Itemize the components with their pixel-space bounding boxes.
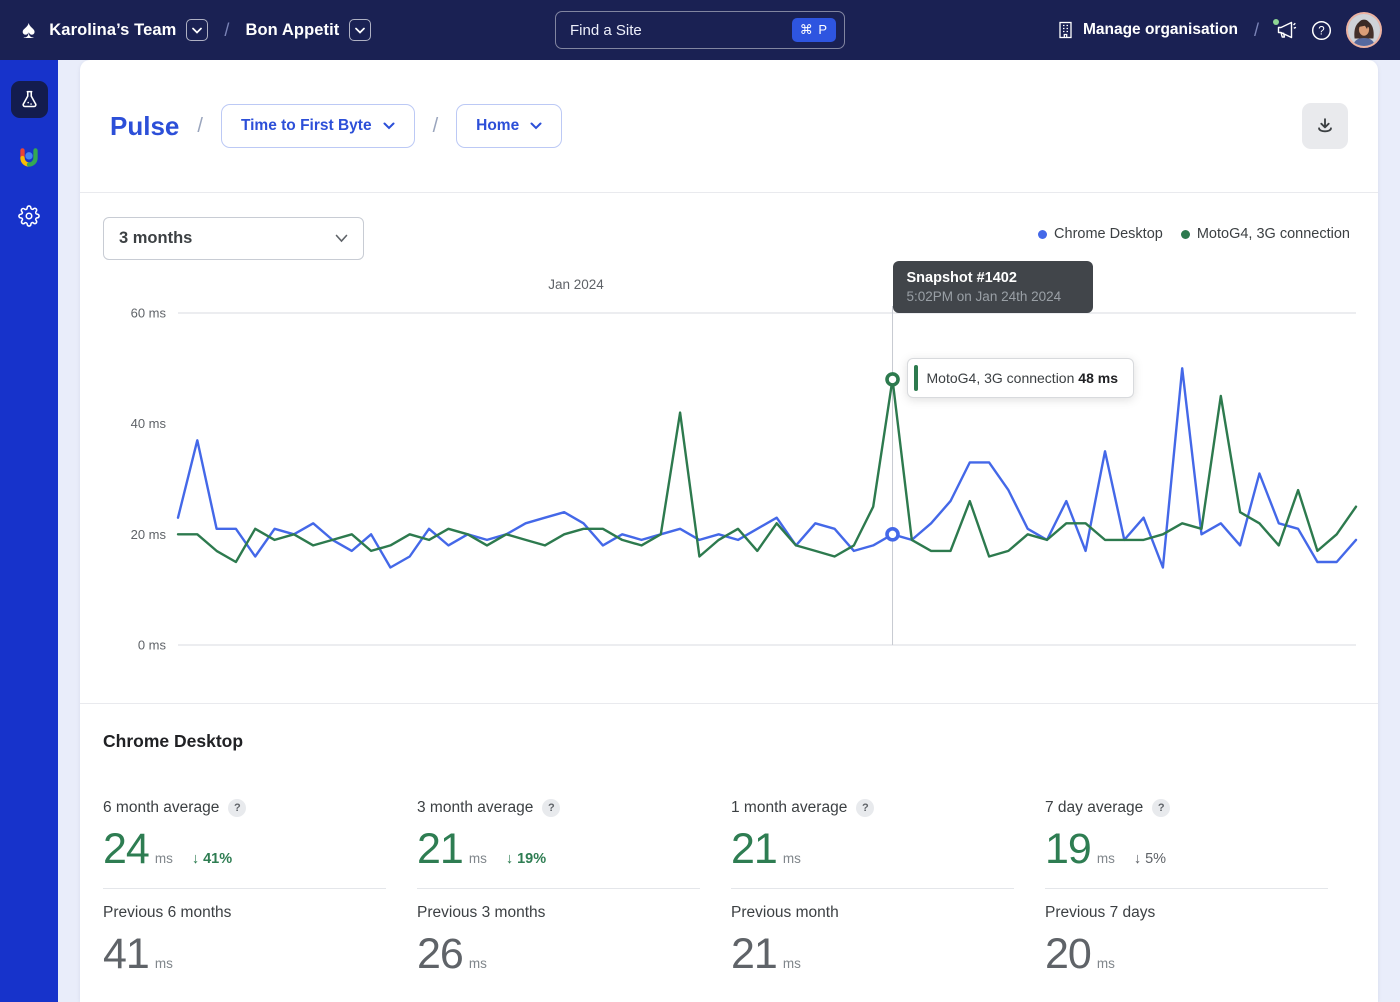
legend-dot-blue bbox=[1038, 229, 1048, 239]
previous-unit: ms bbox=[1096, 956, 1115, 971]
stat-change: ↓ 41% bbox=[191, 851, 233, 867]
stat-column-7-day: 7 day average ? 19 ms ↓ 5% Previous 7 da… bbox=[1045, 799, 1328, 979]
stat-label: 3 month average bbox=[417, 799, 534, 816]
header-separator: / bbox=[197, 114, 203, 137]
chevron-down-icon bbox=[530, 122, 542, 130]
chevron-down-icon bbox=[335, 234, 348, 243]
avatar-photo bbox=[1348, 14, 1380, 46]
stat-unit: ms bbox=[468, 851, 487, 866]
keyboard-shortcut-badge: ⌘ P bbox=[791, 18, 836, 42]
legend-item-chrome-desktop[interactable]: Chrome Desktop bbox=[1038, 226, 1163, 242]
site-name[interactable]: Bon Appetit bbox=[245, 21, 339, 40]
help-badge[interactable]: ? bbox=[856, 799, 875, 817]
announcements-button[interactable] bbox=[1273, 19, 1297, 40]
sidebar-item-settings[interactable] bbox=[11, 197, 48, 234]
previous-label: Previous 3 months bbox=[417, 904, 546, 921]
previous-unit: ms bbox=[782, 956, 801, 971]
separator: / bbox=[1253, 19, 1259, 40]
chevron-down-icon bbox=[192, 27, 203, 34]
stat-unit: ms bbox=[1096, 851, 1115, 866]
previous-value: 41 bbox=[103, 930, 150, 978]
svg-text:60 ms: 60 ms bbox=[131, 306, 167, 321]
spade-logo-icon: ♠ bbox=[22, 15, 36, 44]
stat-label: 7 day average bbox=[1045, 799, 1144, 816]
divider bbox=[1045, 888, 1328, 889]
site-search[interactable]: ⌘ P bbox=[555, 11, 845, 49]
manage-organisation-button[interactable]: Manage organisation bbox=[1057, 21, 1238, 39]
building-icon bbox=[1059, 21, 1072, 39]
date-range-select[interactable]: 3 months bbox=[103, 217, 364, 260]
previous-value: 20 bbox=[1045, 930, 1092, 978]
page-header: Pulse / Time to First Byte / Home bbox=[80, 60, 1378, 193]
team-switcher-button[interactable] bbox=[186, 19, 209, 41]
stat-value: 19 bbox=[1045, 825, 1092, 873]
gear-icon bbox=[18, 204, 40, 227]
chart-section: 0 ms 20 ms 40 ms 60 ms Jan 2024 3 months Chr… bbox=[80, 193, 1378, 704]
divider bbox=[731, 888, 1014, 889]
divider bbox=[417, 888, 700, 889]
team-name[interactable]: Karolina’s Team bbox=[49, 21, 176, 40]
download-button[interactable] bbox=[1302, 103, 1348, 149]
stat-column-3-month: 3 month average ? 21 ms ↓ 19% Previous 3… bbox=[417, 799, 700, 979]
stat-column-6-month: 6 month average ? 24 ms ↓ 41% Previous 6… bbox=[103, 799, 386, 979]
previous-unit: ms bbox=[154, 956, 173, 971]
stat-value: 21 bbox=[731, 825, 778, 873]
stat-label: 1 month average bbox=[731, 799, 848, 816]
previous-label: Previous 6 months bbox=[103, 904, 232, 921]
pulse-line-chart[interactable]: 0 ms 20 ms 40 ms 60 ms Jan 2024 bbox=[80, 193, 1378, 704]
search-input[interactable] bbox=[570, 21, 792, 39]
chart-legend: Chrome Desktop MotoG4, 3G connection bbox=[1038, 226, 1350, 242]
legend-item-motog4[interactable]: MotoG4, 3G connection bbox=[1180, 226, 1350, 242]
sidebar-item-pulse[interactable] bbox=[10, 81, 48, 118]
flask-icon bbox=[21, 90, 37, 108]
site-switcher-button[interactable] bbox=[349, 19, 372, 41]
main-card: Pulse / Time to First Byte / Home 0 ms 2… bbox=[80, 60, 1378, 1002]
notification-dot bbox=[1273, 19, 1279, 25]
legend-dot-green bbox=[1180, 229, 1190, 239]
stat-label: 6 month average bbox=[103, 799, 220, 816]
sidebar-item-browser[interactable] bbox=[11, 139, 48, 176]
stat-unit: ms bbox=[154, 851, 173, 866]
chevron-down-icon bbox=[355, 27, 366, 34]
previous-label: Previous 7 days bbox=[1045, 904, 1156, 921]
previous-label: Previous month bbox=[731, 904, 839, 921]
svg-text:?: ? bbox=[1318, 25, 1324, 37]
help-badge[interactable]: ? bbox=[542, 799, 561, 817]
svg-text:0 ms: 0 ms bbox=[138, 638, 167, 653]
breadcrumb-separator: / bbox=[224, 19, 230, 40]
header-separator: / bbox=[432, 114, 439, 137]
svg-text:20 ms: 20 ms bbox=[131, 527, 167, 542]
metric-dropdown[interactable]: Time to First Byte bbox=[220, 104, 415, 148]
stat-value: 24 bbox=[103, 825, 150, 873]
help-badge[interactable]: ? bbox=[1152, 799, 1171, 817]
previous-unit: ms bbox=[468, 956, 487, 971]
stat-change: ↓ 5% bbox=[1133, 851, 1167, 867]
stat-unit: ms bbox=[782, 851, 801, 866]
user-avatar[interactable] bbox=[1346, 12, 1382, 48]
help-button[interactable]: ? bbox=[1311, 20, 1332, 41]
help-icon: ? bbox=[1311, 20, 1332, 40]
chevron-down-icon bbox=[383, 122, 395, 130]
svg-text:40 ms: 40 ms bbox=[131, 416, 167, 431]
page-title: Pulse bbox=[110, 110, 180, 141]
stats-heading: Chrome Desktop bbox=[103, 731, 244, 751]
top-navigation-bar: ♠ Karolina’s Team / Bon Appetit ⌘ P Mana… bbox=[0, 0, 1400, 60]
previous-value: 21 bbox=[731, 930, 778, 978]
svg-text:Jan 2024: Jan 2024 bbox=[548, 277, 604, 292]
left-sidebar bbox=[0, 60, 58, 1002]
stat-value: 21 bbox=[417, 825, 464, 873]
page-dropdown[interactable]: Home bbox=[456, 104, 563, 148]
previous-value: 26 bbox=[417, 930, 464, 978]
help-badge[interactable]: ? bbox=[228, 799, 247, 817]
stat-column-1-month: 1 month average ? 21 ms Previous month 2… bbox=[731, 799, 1014, 979]
download-icon bbox=[1318, 118, 1332, 133]
stats-section: Chrome Desktop 6 month average ? 24 ms ↓… bbox=[80, 704, 1378, 979]
browser-icon bbox=[20, 147, 38, 167]
stat-change: ↓ 19% bbox=[505, 851, 547, 867]
divider bbox=[103, 888, 386, 889]
